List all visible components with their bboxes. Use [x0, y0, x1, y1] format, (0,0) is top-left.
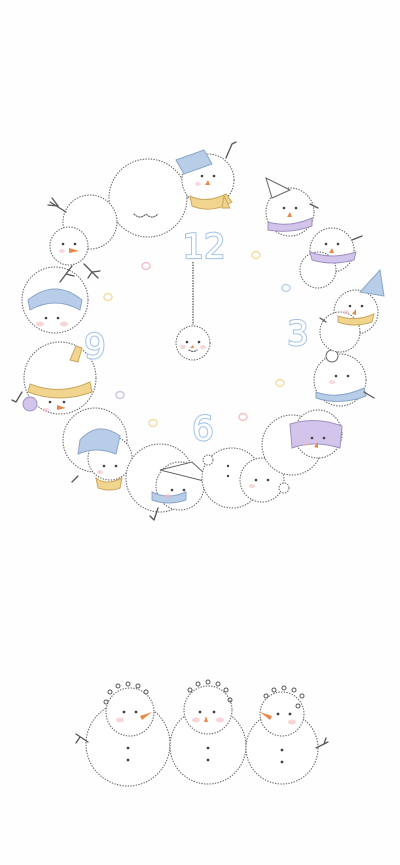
clock-face: 12 3 6 9 — [83, 226, 310, 450]
clock-numeral-9: 9 — [84, 327, 106, 367]
hour-dot-11 — [141, 261, 151, 271]
snowman-purple-scarf — [261, 409, 343, 476]
hour-dot-5 — [238, 412, 248, 422]
hour-dot-4 — [275, 378, 285, 388]
snowman-trio — [75, 679, 329, 787]
hanging-snowball-face — [175, 325, 211, 361]
snowman-headphones — [313, 349, 375, 407]
snowman-blue-cap — [21, 265, 89, 334]
snowman-trio-left — [75, 681, 171, 787]
clock-numeral-3: 3 — [287, 314, 309, 354]
snowman-pink-scarf — [265, 177, 319, 237]
clock-numeral-12: 12 — [182, 227, 225, 267]
hour-dot-2 — [281, 283, 291, 293]
snowman-trio-middle — [169, 679, 247, 785]
hour-dot-1 — [251, 250, 261, 260]
snowman-lilac-scarf — [299, 227, 363, 289]
clock-numeral-6: 6 — [192, 409, 214, 449]
wallpaper-illustration: 12 3 6 9 — [11, 141, 385, 787]
snowman-trio-right — [245, 685, 329, 785]
hour-dot-8 — [115, 390, 125, 400]
hour-dot-7 — [148, 418, 158, 428]
hour-dot-10 — [103, 292, 113, 302]
snowman-knit-hat — [62, 407, 133, 491]
snowman-arms-up — [47, 194, 118, 279]
plain-snowball — [108, 158, 188, 238]
